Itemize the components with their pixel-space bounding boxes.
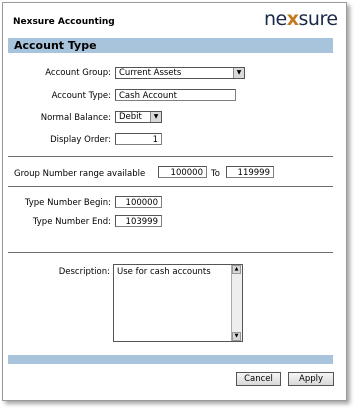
account-type-label: Account Type: (51, 91, 111, 101)
type-begin-input[interactable]: 100000 (115, 196, 162, 208)
scroll-up-icon[interactable]: ▲ (232, 265, 241, 274)
type-begin-label: Type Number Begin: (24, 198, 111, 208)
divider (8, 186, 333, 187)
chevron-down-icon[interactable]: ▼ (150, 112, 161, 122)
account-type-input[interactable]: Cash Account (115, 89, 236, 101)
group-range-from-input[interactable]: 100000 (158, 166, 207, 178)
scroll-down-icon[interactable]: ▼ (232, 332, 241, 341)
group-range-to-input[interactable]: 119999 (226, 166, 274, 178)
apply-button[interactable]: Apply (288, 372, 334, 386)
account-group-value: Current Assets (119, 68, 182, 78)
description-scrollbar[interactable]: ▲ ▼ (231, 265, 242, 341)
divider (8, 252, 333, 253)
chevron-down-icon[interactable]: ▼ (233, 68, 244, 78)
divider (8, 156, 333, 157)
section-title: Account Type (14, 39, 97, 52)
normal-balance-value: Debit (119, 112, 142, 122)
account-group-select[interactable]: Current Assets ▼ (115, 67, 245, 79)
normal-balance-select[interactable]: Debit ▼ (115, 111, 162, 123)
display-order-label: Display Order: (50, 135, 111, 145)
group-range-label: Group Number range available (14, 169, 146, 179)
nexsure-logo: nexsure (264, 8, 338, 30)
type-end-label: Type Number End: (32, 217, 111, 227)
description-label: Description: (58, 267, 110, 277)
footer-band (8, 355, 333, 364)
normal-balance-label: Normal Balance: (40, 113, 111, 123)
cancel-button[interactable]: Cancel (236, 372, 281, 386)
account-group-label: Account Group: (45, 68, 111, 78)
type-end-input[interactable]: 103999 (115, 215, 162, 227)
group-range-to-label: To (211, 169, 220, 179)
description-value: Use for cash accounts (117, 267, 211, 277)
display-order-input[interactable]: 1 (115, 133, 162, 145)
section-header: Account Type (8, 38, 333, 53)
description-textarea[interactable]: Use for cash accounts ▲ ▼ (113, 264, 243, 342)
app-title: Nexsure Accounting (13, 17, 115, 27)
